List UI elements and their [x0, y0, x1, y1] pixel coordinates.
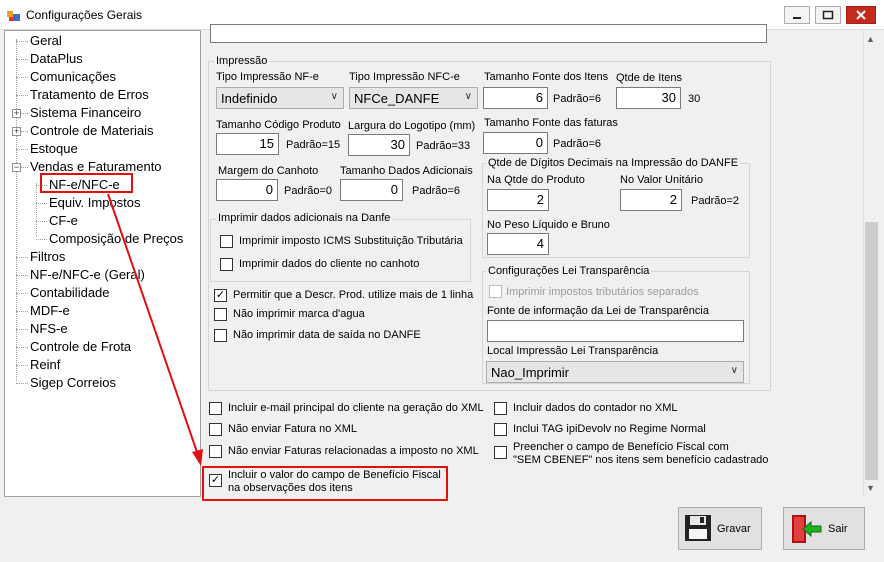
annotation-arrow: [107, 193, 203, 466]
